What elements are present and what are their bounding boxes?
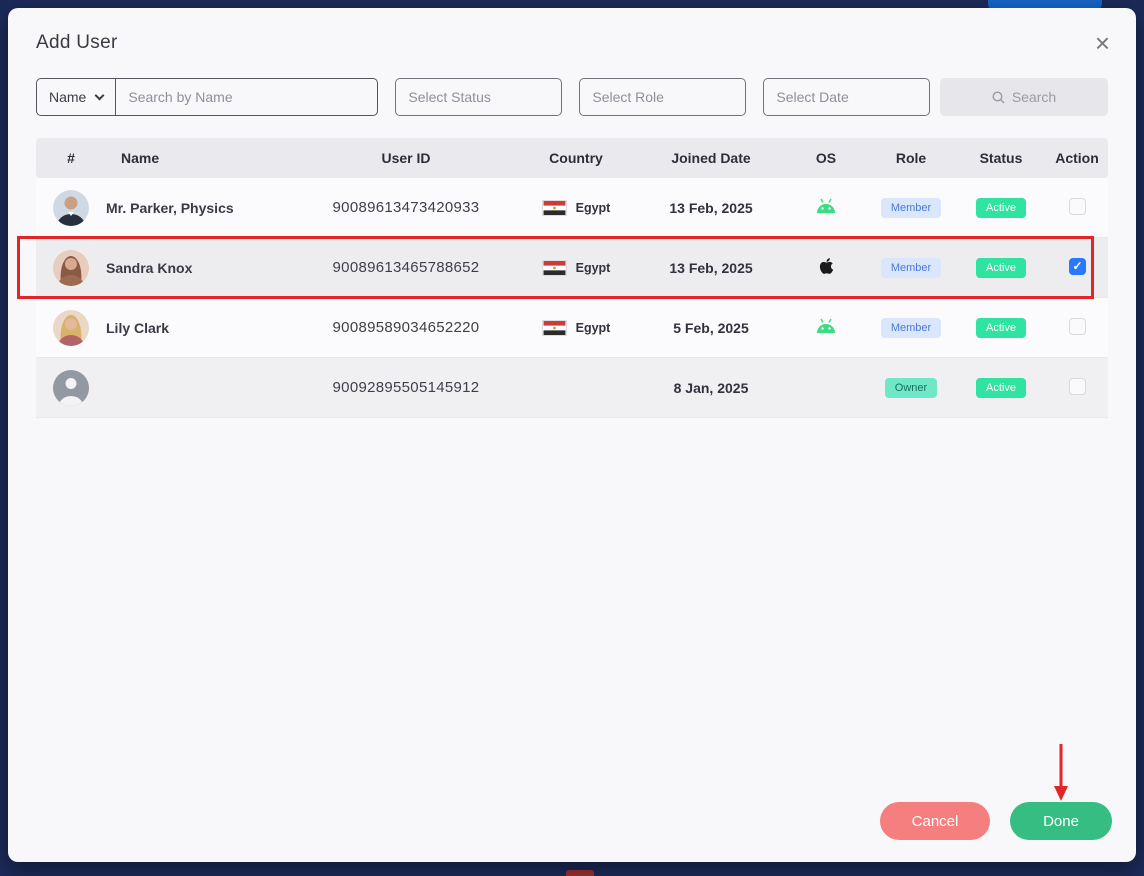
egypt-flag-icon xyxy=(541,259,567,276)
country-cell: Egypt xyxy=(516,259,636,276)
chevron-down-icon xyxy=(94,90,105,101)
joined-date: 5 Feb, 2025 xyxy=(673,319,749,336)
table-row[interactable]: Sandra Knox 90089613465788652 Egypt 13 F… xyxy=(17,236,1108,299)
modal-title: Add User xyxy=(36,32,118,53)
done-button[interactable]: Done xyxy=(1010,802,1112,840)
country-label: Egypt xyxy=(575,260,611,275)
name-dropdown-label: Name xyxy=(49,89,87,105)
joined-date: 8 Jan, 2025 xyxy=(673,379,749,396)
user-id: 90089589034652220 xyxy=(332,319,480,336)
role-badge: Member xyxy=(880,197,942,218)
role-badge: Member xyxy=(880,257,942,278)
table-header-row: # Name User ID Country Joined Date OS Ro… xyxy=(36,138,1108,178)
name-field-dropdown[interactable]: Name xyxy=(36,78,117,116)
user-id: 90089613465788652 xyxy=(332,259,480,276)
female-photo-avatar xyxy=(58,255,84,286)
egypt-flag-icon xyxy=(541,319,567,336)
add-user-modal: Add User × Name Search # Name User ID Co… xyxy=(8,8,1136,862)
avatar-placeholder xyxy=(53,369,89,406)
user-name: Sandra Knox xyxy=(106,259,193,276)
user-name: Mr. Parker, Physics xyxy=(106,199,234,216)
date-select[interactable] xyxy=(763,78,931,116)
header-status: Status xyxy=(979,150,1023,166)
user-name: Lily Clark xyxy=(106,319,170,336)
table-row[interactable]: 90092895505145912 8 Jan, 2025 Owner Acti… xyxy=(36,358,1108,418)
apple-icon xyxy=(819,258,833,274)
male-photo-avatar xyxy=(57,196,85,226)
os-cell xyxy=(786,318,866,337)
status-select[interactable] xyxy=(395,78,563,116)
filter-bar: Name Search xyxy=(8,64,1136,116)
search-button[interactable]: Search xyxy=(940,78,1108,116)
search-button-label: Search xyxy=(1011,89,1057,105)
os-cell xyxy=(786,198,866,217)
header-joined-date: Joined Date xyxy=(671,150,751,166)
header-name: Name xyxy=(121,150,160,166)
header-role: Role xyxy=(895,150,927,166)
joined-date: 13 Feb, 2025 xyxy=(669,259,753,276)
avatar xyxy=(53,189,89,226)
modal-header: Add User × xyxy=(8,8,1136,64)
table-row[interactable]: Mr. Parker, Physics 90089613473420933 Eg… xyxy=(36,178,1108,238)
users-table: # Name User ID Country Joined Date OS Ro… xyxy=(17,138,1108,418)
background-page-fragment xyxy=(566,870,594,876)
avatar xyxy=(53,309,89,346)
header-user-id: User ID xyxy=(381,150,431,166)
status-badge: Active xyxy=(976,317,1026,338)
status-badge: Active xyxy=(976,377,1026,398)
country-cell: Egypt xyxy=(516,319,636,336)
avatar xyxy=(53,249,89,286)
table-row[interactable]: Lily Clark 90089589034652220 Egypt 5 Feb… xyxy=(36,298,1108,358)
os-cell xyxy=(786,257,866,278)
joined-date: 13 Feb, 2025 xyxy=(669,199,753,216)
name-search-group: Name xyxy=(36,78,379,116)
header-os: OS xyxy=(815,150,837,166)
android-icon xyxy=(817,198,835,213)
row-checkbox[interactable] xyxy=(1068,377,1086,395)
header-country: Country xyxy=(549,150,603,166)
role-badge: Member xyxy=(880,317,942,338)
role-select[interactable] xyxy=(579,78,747,116)
role-badge: Owner xyxy=(884,377,938,398)
annotation-arrow-icon xyxy=(1054,744,1068,801)
status-badge: Active xyxy=(976,257,1026,278)
header-index: # xyxy=(67,150,75,166)
android-icon xyxy=(817,318,835,333)
country-label: Egypt xyxy=(575,320,611,335)
search-icon xyxy=(992,90,1005,103)
close-icon[interactable]: × xyxy=(1095,30,1110,56)
user-id: 90092895505145912 xyxy=(332,379,480,396)
header-action: Action xyxy=(1055,150,1099,166)
country-label: Egypt xyxy=(575,200,611,215)
row-checkbox[interactable] xyxy=(1068,197,1086,215)
country-cell: Egypt xyxy=(516,199,636,216)
status-badge: Active xyxy=(976,197,1026,218)
person-silhouette-icon xyxy=(59,377,83,406)
search-input[interactable] xyxy=(116,78,379,116)
row-checkbox[interactable] xyxy=(1068,317,1086,335)
egypt-flag-icon xyxy=(541,199,567,216)
female-photo-avatar xyxy=(58,314,84,346)
row-checkbox[interactable] xyxy=(1068,257,1086,275)
modal-footer: Cancel Done xyxy=(8,802,1136,862)
cancel-button[interactable]: Cancel xyxy=(880,802,990,840)
user-id: 90089613473420933 xyxy=(332,199,480,216)
